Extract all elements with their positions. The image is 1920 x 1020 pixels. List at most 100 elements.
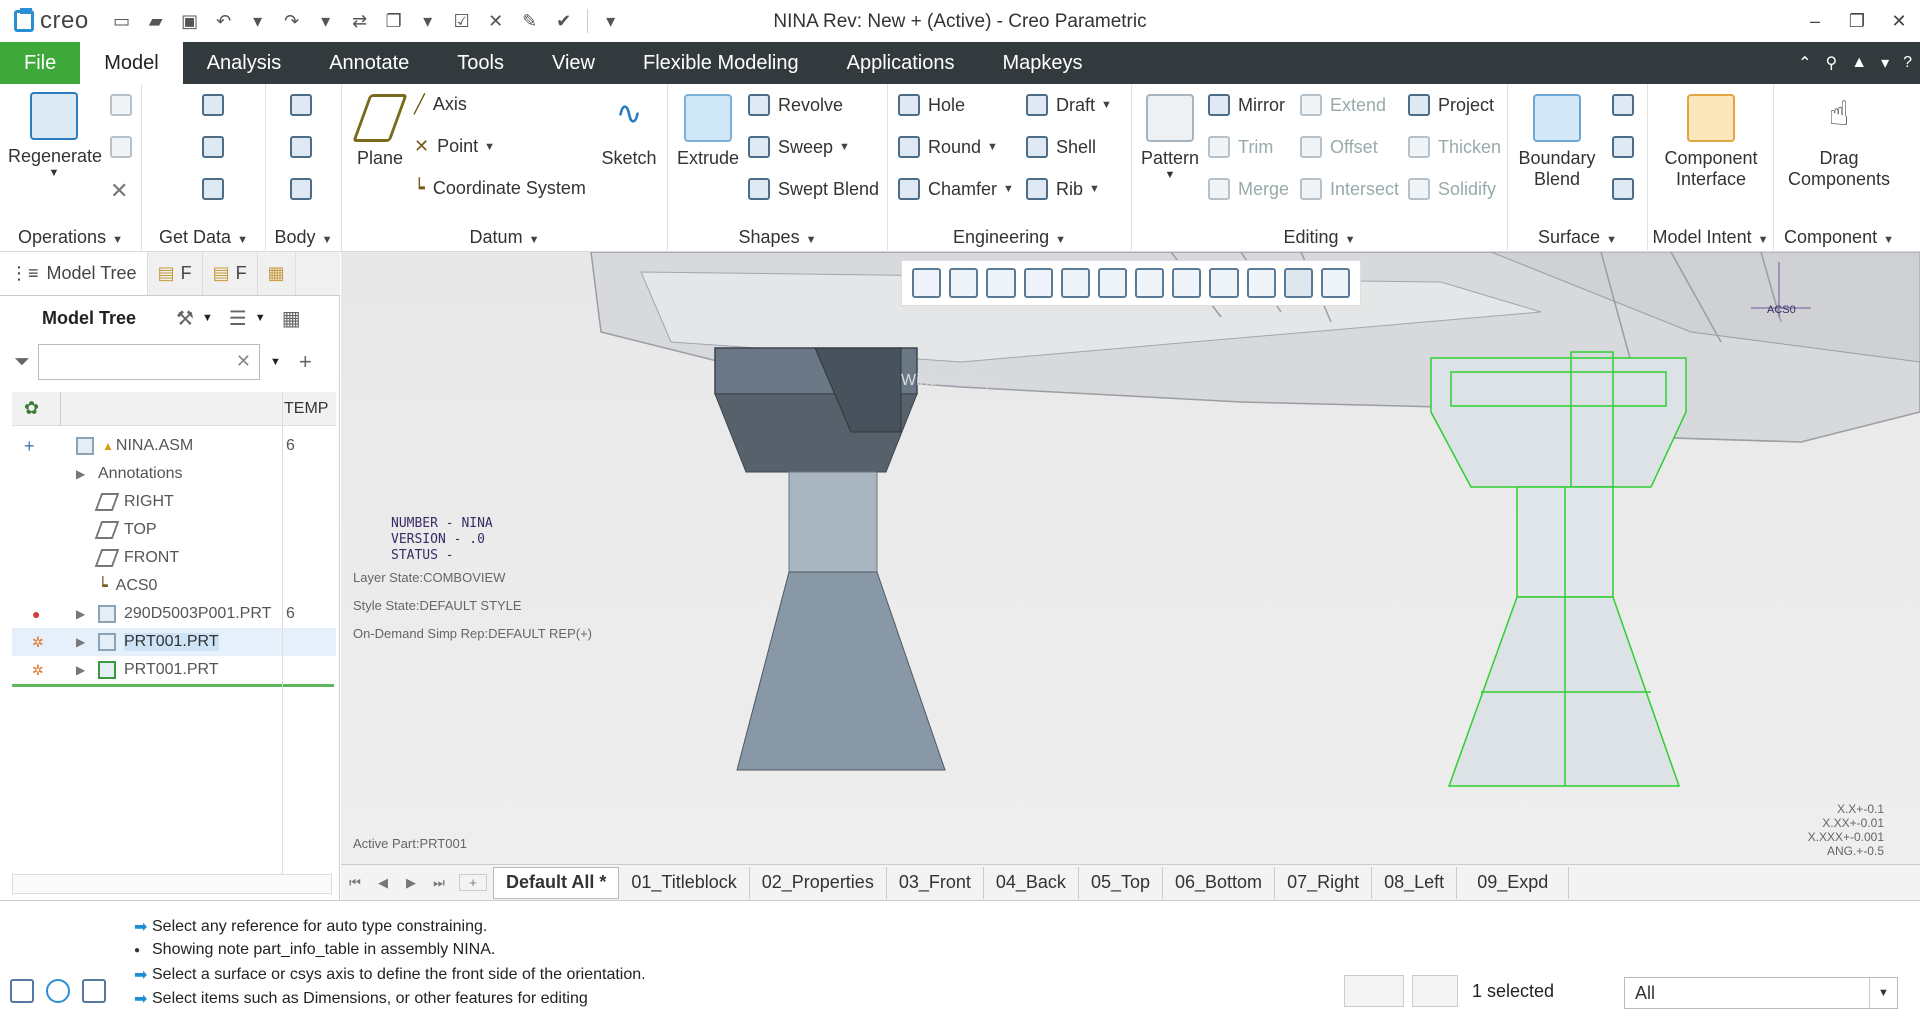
body-option-1-button[interactable] <box>290 94 320 116</box>
check-icon[interactable]: ☑ <box>447 6 477 36</box>
tab-tools[interactable]: Tools <box>433 42 528 84</box>
thicken-button[interactable]: Thicken <box>1408 136 1501 158</box>
graphics-window[interactable]: Window Ship ACS0 NUMBER - NINA VERSION -… <box>341 252 1920 864</box>
tab-mapkeys[interactable]: Mapkeys <box>978 42 1106 84</box>
body-group-label[interactable]: Body ▼ <box>266 227 341 248</box>
tree-row-290d5003p001[interactable]: ● ▶ 290D5003P001.PRT 6 <box>12 600 336 628</box>
learning-icon[interactable]: ▲ <box>1851 54 1867 72</box>
get-data-group-label[interactable]: Get Data ▼ <box>142 227 265 248</box>
filter-columns-icon[interactable]: ▦ <box>282 306 301 331</box>
plane-button[interactable]: Plane <box>348 94 412 169</box>
show-dropdown-icon[interactable]: ▼ <box>255 312 266 324</box>
tab-folder-browser[interactable]: ▤ F <box>148 252 203 295</box>
redo-icon[interactable]: ↷ <box>277 6 307 36</box>
engineering-group-label[interactable]: Engineering ▼ <box>888 227 1131 248</box>
axis-button[interactable]: ╱ Axis <box>414 94 467 115</box>
intersect-button[interactable]: Intersect <box>1300 178 1399 200</box>
saved-orientations-icon[interactable] <box>1060 268 1090 298</box>
col-temp[interactable]: TEMP <box>284 400 328 418</box>
body-option-3-button[interactable] <box>290 178 320 200</box>
model-intent-group-label[interactable]: Model Intent ▼ <box>1648 227 1773 248</box>
add-filter-icon[interactable]: + <box>299 349 312 375</box>
tree-row-top[interactable]: TOP <box>12 516 336 544</box>
tab-properties[interactable]: 02_Properties <box>750 866 887 899</box>
regenerate-dropdown-icon[interactable]: ▼ <box>8 167 100 179</box>
boundary-blend-button[interactable]: Boundary Blend <box>1514 94 1600 190</box>
search-icon[interactable]: ⚲ <box>1826 53 1838 73</box>
tree-row-front[interactable]: FRONT <box>12 544 336 572</box>
perspective-icon[interactable] <box>1172 268 1202 298</box>
settings-tools-icon[interactable]: ⚒ <box>176 306 194 331</box>
refit-icon[interactable] <box>912 268 942 298</box>
tab-applications[interactable]: Applications <box>823 42 979 84</box>
shapes-group-label[interactable]: Shapes ▼ <box>668 227 887 248</box>
last-sheet-icon[interactable]: ⏭ <box>425 875 453 891</box>
settings-dropdown-icon[interactable]: ▼ <box>202 312 213 324</box>
project-button[interactable]: Project <box>1408 94 1494 116</box>
tab-analysis[interactable]: Analysis <box>183 42 305 84</box>
drag-components-button[interactable]: ☝ Drag Components <box>1778 94 1900 190</box>
round-dropdown-icon[interactable]: ▼ <box>987 141 998 153</box>
operations-group-label[interactable]: Operations ▼ <box>0 227 141 248</box>
tab-right[interactable]: 07_Right <box>1275 866 1373 899</box>
merge-button[interactable]: Merge <box>1208 178 1289 200</box>
tab-back[interactable]: 04_Back <box>984 866 1079 899</box>
shrinkwrap-button[interactable] <box>202 136 232 158</box>
collapse-ribbon-icon[interactable]: ⌃ <box>1798 53 1811 73</box>
new-file-icon[interactable]: ▭ <box>107 6 137 36</box>
find-binoculars-icon[interactable] <box>1344 975 1404 1007</box>
point-dropdown-icon[interactable]: ▼ <box>484 141 495 153</box>
insert-here-marker[interactable] <box>12 684 334 687</box>
save-icon[interactable]: ▣ <box>175 6 205 36</box>
tab-annotate[interactable]: Annotate <box>305 42 433 84</box>
shell-button[interactable]: Shell <box>1026 136 1096 158</box>
redo-dropdown-icon[interactable]: ▾ <box>311 6 341 36</box>
datum-group-label[interactable]: Datum ▼ <box>342 227 667 248</box>
tree-search-input[interactable]: ✕ <box>38 344 260 380</box>
tree-row-right[interactable]: RIGHT <box>12 488 336 516</box>
windows-icon[interactable]: ❐ <box>379 6 409 36</box>
tab-titleblock[interactable]: 01_Titleblock <box>619 866 750 899</box>
next-sheet-icon[interactable]: ▶ <box>397 875 425 891</box>
display-style-icon[interactable] <box>1135 268 1165 298</box>
tab-model[interactable]: Model <box>80 42 183 84</box>
swept-blend-button[interactable]: Swept Blend <box>748 178 879 200</box>
sketch-button[interactable]: ∿ Sketch <box>596 94 662 169</box>
merge-inheritance-button[interactable] <box>202 178 232 200</box>
selection-filter-dropdown[interactable]: All ▼ <box>1624 977 1898 1009</box>
expand-arrow-icon[interactable]: ▶ <box>76 467 90 481</box>
expand-arrow-icon[interactable]: ▶ <box>76 607 90 621</box>
add-sheet-icon[interactable]: + <box>459 874 487 891</box>
undo-dropdown-icon[interactable]: ▾ <box>243 6 273 36</box>
tab-default-all[interactable]: Default All * <box>493 866 620 899</box>
repaint-icon[interactable] <box>1023 268 1053 298</box>
close-icon[interactable]: ✕ <box>1878 0 1920 42</box>
delete-button[interactable]: ✕ <box>110 178 128 204</box>
minimize-icon[interactable]: – <box>1794 0 1836 42</box>
close-window-icon[interactable]: ✕ <box>481 6 511 36</box>
zoom-in-icon[interactable] <box>949 268 979 298</box>
tab-flexible-modeling[interactable]: Flexible Modeling <box>619 42 823 84</box>
pattern-button[interactable]: Pattern ▼ <box>1138 94 1202 181</box>
section-icon[interactable] <box>1209 268 1239 298</box>
body-option-2-button[interactable] <box>290 136 320 158</box>
tab-layers[interactable]: ▦ <box>258 252 296 295</box>
chevron-down-icon[interactable]: ▼ <box>1869 978 1897 1008</box>
filter-dropdown-icon[interactable]: ▼ <box>270 356 281 368</box>
tab-model-tree[interactable]: ⋮≡ Model Tree <box>0 252 148 295</box>
draft-dropdown-icon[interactable]: ▼ <box>1101 99 1112 111</box>
tab-expd[interactable]: 09_Expd <box>1457 866 1570 899</box>
revolve-button[interactable]: Revolve <box>748 94 843 116</box>
restore-icon[interactable]: ❐ <box>1836 0 1878 42</box>
clear-search-icon[interactable]: ✕ <box>236 351 251 372</box>
tree-horizontal-scrollbar[interactable] <box>12 874 332 894</box>
toggle-navigator-icon[interactable] <box>10 979 34 1003</box>
expand-plus-icon[interactable]: + <box>24 436 48 457</box>
offset-button[interactable]: Offset <box>1300 136 1378 158</box>
point-button[interactable]: ✕ Point ▼ <box>414 136 495 157</box>
annotation-display-icon[interactable] <box>1283 268 1313 298</box>
show-list-icon[interactable]: ☰ <box>229 306 247 331</box>
verify-icon[interactable]: ✔ <box>549 6 579 36</box>
tab-left[interactable]: 08_Left <box>1372 866 1458 899</box>
chamfer-button[interactable]: Chamfer ▼ <box>898 178 1014 200</box>
